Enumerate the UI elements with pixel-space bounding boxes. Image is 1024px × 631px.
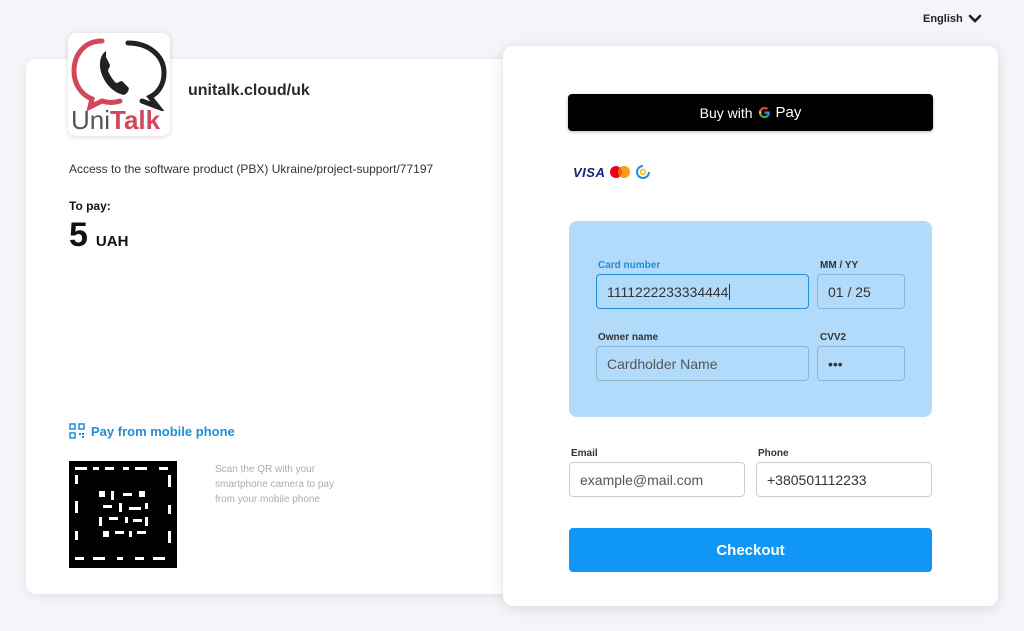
card-brands: VISA	[573, 164, 651, 180]
email-label: Email	[571, 448, 598, 459]
mastercard-icon	[610, 166, 631, 178]
amount-currency: UAH	[95, 233, 129, 250]
merchant-site: unitalk.cloud/uk	[188, 82, 310, 99]
chevron-down-icon	[968, 14, 982, 23]
amount-value: 5	[69, 216, 88, 254]
qr-code	[69, 461, 177, 568]
phone-label: Phone	[758, 448, 789, 459]
card-number-label: Card number	[598, 260, 661, 271]
google-pay-brand: Pay	[775, 104, 802, 121]
phone-chat-icon	[71, 38, 167, 111]
owner-name-label: Owner name	[598, 332, 659, 343]
language-label: English	[923, 13, 963, 25]
order-description: Access to the software product (PBX) Ukr…	[69, 162, 434, 176]
qr-hint-text: Scan the QR with your smartphone camera …	[215, 464, 334, 505]
pay-from-mobile-label: Pay from mobile phone	[91, 423, 235, 439]
logo-text-uni: Uni	[71, 105, 111, 135]
logo-wordmark: UniTalk	[71, 106, 160, 134]
unitalk-logo: UniTalk	[68, 33, 170, 136]
cvv-label: CVV2	[820, 332, 847, 343]
google-pay-button[interactable]: Buy with Pay	[568, 94, 933, 131]
cvv-value: •••	[828, 355, 843, 372]
owner-name-input[interactable]: Cardholder Name	[596, 346, 809, 381]
prostir-icon	[636, 165, 651, 179]
checkout-button[interactable]: Checkout	[569, 528, 932, 572]
card-details-panel	[569, 221, 932, 417]
card-number-value: 1111222233334444	[607, 283, 729, 300]
qr-code-icon	[69, 423, 85, 439]
logo-text-talk: Talk	[110, 105, 161, 135]
email-placeholder: example@mail.com	[580, 471, 704, 488]
cvv-input[interactable]: •••	[817, 346, 905, 381]
phone-value: +380501112233	[767, 471, 867, 488]
text-caret	[729, 283, 731, 300]
google-pay-label: Buy with	[699, 104, 753, 121]
email-input[interactable]: example@mail.com	[569, 462, 745, 497]
pay-from-mobile-link[interactable]: Pay from mobile phone	[69, 423, 235, 439]
expiry-label: MM / YY	[820, 260, 859, 271]
card-number-input[interactable]: 1111222233334444	[596, 274, 809, 309]
visa-logo: VISA	[573, 164, 606, 180]
amount-display: 5 UAH	[69, 216, 128, 255]
google-g-icon	[758, 106, 770, 119]
language-selector[interactable]: English	[923, 13, 982, 25]
qr-code-image	[69, 461, 177, 568]
owner-name-placeholder: Cardholder Name	[607, 355, 718, 372]
phone-input[interactable]: +380501112233	[756, 462, 932, 497]
expiry-value: 01 / 25	[828, 283, 871, 300]
to-pay-label: To pay:	[69, 199, 111, 213]
expiry-input[interactable]: 01 / 25	[817, 274, 905, 309]
